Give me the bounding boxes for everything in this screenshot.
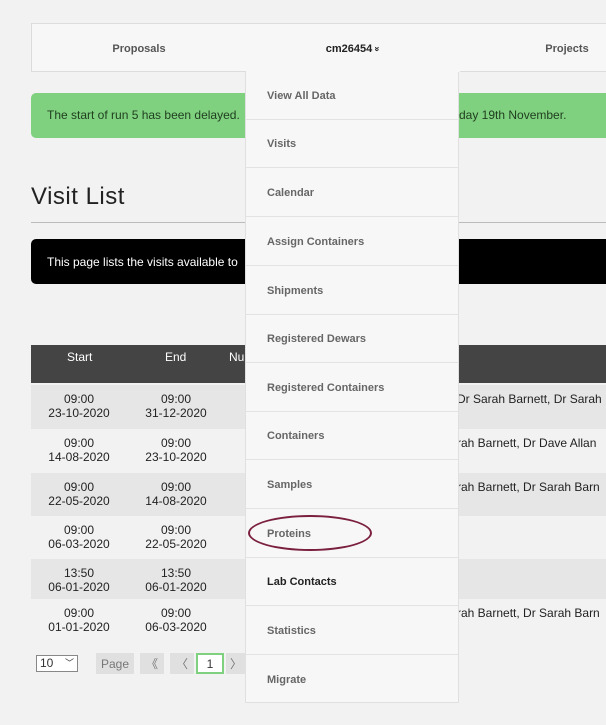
cell-start: 09:00 22-05-2020: [39, 480, 119, 508]
cell-end: 09:00 23-10-2020: [136, 436, 216, 464]
menu-item-proteins[interactable]: Proteins: [246, 510, 458, 558]
start-time: 09:00: [63, 392, 95, 406]
menu-item-calendar[interactable]: Calendar: [246, 169, 458, 217]
cell-end: 13:50 06-01-2020: [136, 566, 216, 594]
end-date: 22-05-2020: [145, 537, 207, 551]
nav-proposals-label: Proposals: [112, 42, 166, 55]
menu-item-shipments[interactable]: Shipments: [246, 267, 458, 315]
start-time: 09:00: [63, 523, 95, 537]
per-page-select[interactable]: 10 ﹀: [36, 655, 78, 672]
start-time: 09:00: [63, 436, 95, 450]
first-page-button[interactable]: 《: [140, 653, 164, 674]
menu-item-statistics[interactable]: Statistics: [246, 607, 458, 655]
end-date: 31-12-2020: [145, 406, 207, 420]
nav-proposals[interactable]: Proposals: [32, 24, 246, 73]
start-time: 09:00: [63, 606, 95, 620]
end-date: 23-10-2020: [145, 450, 207, 464]
menu-item-containers[interactable]: Containers: [246, 412, 458, 460]
menu-item-registered-containers[interactable]: Registered Containers: [246, 364, 458, 412]
start-date: 23-10-2020: [48, 406, 110, 420]
menu-item-samples[interactable]: Samples: [246, 461, 458, 509]
end-time: 09:00: [160, 480, 192, 494]
end-time: 09:00: [160, 523, 192, 537]
end-date: 14-08-2020: [145, 494, 207, 508]
start-date: 06-03-2020: [48, 537, 110, 551]
menu-item-visits[interactable]: Visits: [246, 120, 458, 168]
cell-end: 09:00 06-03-2020: [136, 606, 216, 634]
end-time: 09:00: [160, 392, 192, 406]
cell-end: 09:00 31-12-2020: [136, 392, 216, 420]
header-start[interactable]: Start: [67, 350, 92, 364]
cell-users: Dr Sarah Barnett, Dr Sarah: [457, 392, 602, 406]
end-date: 06-03-2020: [145, 620, 207, 634]
alert-text-left: The start of run 5 has been delayed.: [47, 108, 240, 122]
end-time: 09:00: [160, 606, 192, 620]
intro-text: This page lists the visits available to: [47, 255, 238, 269]
menu-item-migrate[interactable]: Migrate: [246, 656, 458, 704]
start-time: 13:50: [63, 566, 95, 580]
user-dropdown-menu: View All Data Visits Calendar Assign Con…: [245, 72, 459, 703]
menu-item-assign-containers[interactable]: Assign Containers: [246, 218, 458, 266]
nav-user-menu[interactable]: cm26454 »: [246, 24, 460, 73]
chevron-down-icon: »: [372, 45, 383, 52]
cell-start: 13:50 06-01-2020: [39, 566, 119, 594]
page-title: Visit List: [31, 183, 125, 210]
start-date: 01-01-2020: [48, 620, 110, 634]
current-page-button[interactable]: 1: [196, 653, 224, 674]
page-label: Page: [96, 653, 134, 674]
cell-start: 09:00 23-10-2020: [39, 392, 119, 420]
header-end[interactable]: End: [165, 350, 186, 364]
cell-start: 09:00 01-01-2020: [39, 606, 119, 634]
nav-projects-label: Projects: [545, 42, 589, 55]
start-date: 22-05-2020: [48, 494, 110, 508]
cell-start: 09:00 14-08-2020: [39, 436, 119, 464]
cell-users: rah Barnett, Dr Sarah Barn: [457, 606, 600, 620]
next-page-button[interactable]: 〉: [226, 653, 246, 674]
menu-item-registered-dewars[interactable]: Registered Dewars: [246, 315, 458, 363]
end-time: 09:00: [160, 436, 192, 450]
cell-users: rah Barnett, Dr Sarah Barn: [457, 480, 600, 494]
cell-end: 09:00 22-05-2020: [136, 523, 216, 551]
end-date: 06-01-2020: [145, 580, 207, 594]
top-nav: Proposals cm26454 » Projects: [31, 23, 606, 73]
cell-users: rah Barnett, Dr Dave Allan: [457, 436, 597, 450]
nav-user-label: cm26454: [325, 42, 373, 55]
end-time: 13:50: [160, 566, 192, 580]
menu-item-view-all-data[interactable]: View All Data: [246, 72, 458, 120]
per-page-value: 10: [40, 656, 54, 670]
cell-start: 09:00 06-03-2020: [39, 523, 119, 551]
cell-end: 09:00 14-08-2020: [136, 480, 216, 508]
start-date: 06-01-2020: [48, 580, 110, 594]
start-date: 14-08-2020: [48, 450, 110, 464]
chevron-down-icon: ﹀: [64, 658, 74, 668]
start-time: 09:00: [63, 480, 95, 494]
alert-text-right: day 19th November.: [459, 108, 567, 122]
prev-page-button[interactable]: 〈: [170, 653, 194, 674]
nav-projects[interactable]: Projects: [460, 24, 606, 73]
menu-item-lab-contacts[interactable]: Lab Contacts: [246, 558, 458, 606]
header-number[interactable]: Nu: [229, 350, 244, 364]
